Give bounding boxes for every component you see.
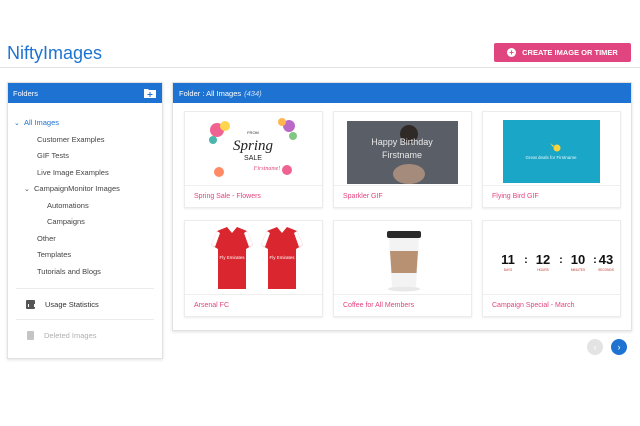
image-caption[interactable]: Arsenal FC (194, 302, 229, 309)
add-folder-icon[interactable] (144, 88, 156, 98)
timer-hours-label: HOURS (537, 268, 549, 272)
timer-days-label: DAYS (504, 268, 512, 272)
top-bar: NiftyImages + CREATE IMAGE OR TIMER (0, 0, 640, 68)
thumb-text: SALE (244, 155, 262, 162)
timer-separator: : (559, 254, 563, 266)
timer-minutes: 10 (571, 252, 585, 267)
image-thumbnail[interactable]: 11 : 12 : 10 : 43 DAYS HOURS MINUTES SEC… (483, 221, 620, 295)
previous-page-button[interactable]: ‹ (587, 339, 603, 355)
chevron-right-icon: › (617, 342, 621, 352)
image-card[interactable]: Happy Birthday Firstname Sparkler GIF (333, 111, 472, 208)
image-caption[interactable]: Spring Sale - Flowers (194, 193, 261, 200)
usage-statistics-label: Usage Statistics (45, 299, 99, 309)
thumb-text: Great deals for Firstname (525, 155, 577, 160)
thumb-text: Happy Birthday (371, 137, 433, 147)
trash-icon (27, 330, 34, 340)
image-thumbnail[interactable]: Fly Emirates Fly Emirates (185, 221, 322, 295)
folder-all-images[interactable]: ⌄ All Images (8, 115, 162, 132)
image-thumbnail[interactable] (334, 221, 471, 295)
thumb-text: Fly Emirates (219, 255, 245, 260)
bar-chart-icon (26, 299, 35, 309)
folder-campaigns[interactable]: Campaigns (8, 214, 162, 231)
folder-tutorials-and-blogs[interactable]: Tutorials and Blogs (8, 264, 162, 281)
panel-title: Folder : All Images (179, 88, 242, 98)
chevron-down-icon[interactable]: ⌄ (24, 182, 34, 199)
timer-seconds-label: SECONDS (598, 268, 614, 272)
deleted-images-label: Deleted Images (44, 330, 97, 340)
folder-tree: ⌄ All Images Customer Examples GIF Tests … (8, 103, 162, 280)
folder-customer-examples[interactable]: Customer Examples (8, 132, 162, 149)
panel-header: Folder : All Images (434) (173, 83, 631, 103)
image-card[interactable]: 11 : 12 : 10 : 43 DAYS HOURS MINUTES SEC… (482, 220, 621, 317)
image-caption[interactable]: Coffee for All Members (343, 302, 414, 309)
app-title: NiftyImages (7, 43, 103, 63)
image-card[interactable]: FROM Spring SALE Firstname! Spring Sale … (184, 111, 323, 208)
timer-separator: : (524, 254, 528, 266)
image-card[interactable]: Coffee for All Members (333, 220, 472, 317)
image-thumbnail[interactable]: Great deals for Firstname (483, 112, 620, 186)
image-thumbnail[interactable]: Happy Birthday Firstname (334, 112, 471, 186)
folders-header: Folders (8, 83, 162, 103)
create-image-or-timer-button[interactable]: + CREATE IMAGE OR TIMER (494, 43, 631, 62)
thumb-text: FROM (247, 130, 259, 135)
timer-separator: : (593, 254, 597, 266)
image-caption[interactable]: Flying Bird GIF (492, 193, 539, 200)
folder-other[interactable]: Other (8, 231, 162, 248)
image-card[interactable]: Great deals for Firstname Flying Bird GI… (482, 111, 621, 208)
chevron-left-icon: ‹ (593, 342, 597, 352)
folder-templates[interactable]: Templates (8, 247, 162, 264)
thumb-text: Firstname! (253, 166, 281, 172)
usage-statistics-link[interactable]: Usage Statistics (8, 289, 162, 319)
image-card[interactable]: Fly Emirates Fly Emirates Arsenal FC (184, 220, 323, 317)
thumb-text: Firstname (382, 150, 422, 160)
deleted-images-link[interactable]: Deleted Images (8, 320, 162, 350)
folder-gif-tests[interactable]: GIF Tests (8, 148, 162, 165)
image-caption[interactable]: Sparkler GIF (343, 193, 383, 200)
images-panel: Folder : All Images (434) FROM Spring SA… (172, 82, 632, 331)
folder-live-image-examples[interactable]: Live Image Examples (8, 165, 162, 182)
folders-sidebar: Folders ⌄ All Images Customer Examples GI… (7, 82, 163, 359)
image-count: (434) (244, 88, 262, 98)
timer-hours: 12 (536, 252, 550, 267)
image-thumbnail[interactable]: FROM Spring SALE Firstname! (185, 112, 322, 186)
thumb-text: Spring (233, 138, 274, 154)
folder-automations[interactable]: Automations (8, 198, 162, 215)
timer-seconds: 43 (599, 252, 613, 267)
create-button-label: CREATE IMAGE OR TIMER (522, 48, 618, 57)
image-caption[interactable]: Campaign Special - March (492, 302, 574, 309)
thumb-text: Fly Emirates (269, 255, 295, 260)
folder-campaignmonitor-images[interactable]: ⌄ CampaignMonitor Images (8, 181, 162, 198)
chevron-down-icon[interactable]: ⌄ (14, 116, 24, 133)
timer-days: 11 (501, 252, 515, 267)
folders-title: Folders (13, 88, 39, 98)
plus-icon: + (507, 48, 517, 57)
next-page-button[interactable]: › (611, 339, 627, 355)
timer-minutes-label: MINUTES (571, 268, 585, 272)
